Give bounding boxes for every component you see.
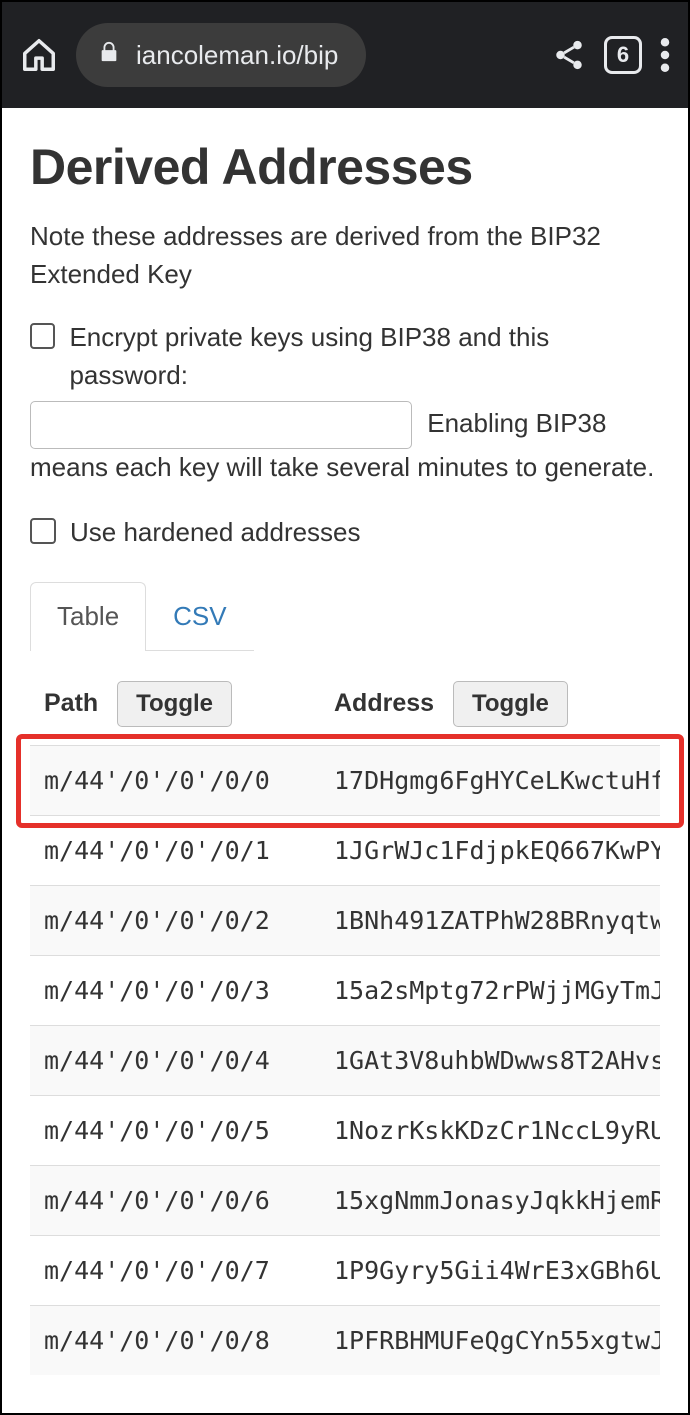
browser-chrome: iancoleman.io/bip 6 bbox=[2, 2, 688, 108]
cell-address: 1GAt3V8uhbWDwws8T2AHvs bbox=[320, 1026, 660, 1096]
cell-path: m/44'/0'/0'/0/8 bbox=[30, 1306, 320, 1376]
table-row[interactable]: m/44'/0'/0'/0/21BNh491ZATPhW28BRnyqtw bbox=[30, 886, 660, 956]
table-row[interactable]: m/44'/0'/0'/0/51NozrKskKDzCr1NccL9yRU bbox=[30, 1096, 660, 1166]
cell-address: 15xgNmmJonasyJqkkHjemR bbox=[320, 1166, 660, 1236]
table-row[interactable]: m/44'/0'/0'/0/017DHgmg6FgHYCeLKwctuHf bbox=[30, 746, 660, 816]
toggle-path-button[interactable]: Toggle bbox=[117, 681, 232, 727]
address-table-wrap: Path Toggle Address Toggle m/44'/0'/0'/0… bbox=[30, 671, 660, 1375]
tab-csv[interactable]: CSV bbox=[146, 582, 253, 650]
cell-address: 17DHgmg6FgHYCeLKwctuHf bbox=[320, 746, 660, 816]
cell-path: m/44'/0'/0'/0/6 bbox=[30, 1166, 320, 1236]
cell-path: m/44'/0'/0'/0/3 bbox=[30, 956, 320, 1026]
page-content: Derived Addresses Note these addresses a… bbox=[2, 108, 688, 1413]
cell-path: m/44'/0'/0'/0/0 bbox=[30, 746, 320, 816]
cell-address: 1BNh491ZATPhW28BRnyqtw bbox=[320, 886, 660, 956]
bip38-password-block: Enabling BIP38 means each key will take … bbox=[30, 401, 660, 487]
cell-address: 15a2sMptg72rPWjjMGyTmJ bbox=[320, 956, 660, 1026]
hardened-option-row: Use hardened addresses bbox=[30, 514, 660, 552]
table-row[interactable]: m/44'/0'/0'/0/81PFRBHMUFeQgCYn55xgtwJ bbox=[30, 1306, 660, 1376]
bip38-hint-prefix: Enabling BIP38 bbox=[427, 408, 606, 438]
col-address-label: Address bbox=[334, 689, 434, 717]
cell-path: m/44'/0'/0'/0/5 bbox=[30, 1096, 320, 1166]
bip38-hint-rest: means each key will take several minutes… bbox=[30, 452, 654, 482]
table-row[interactable]: m/44'/0'/0'/0/11JGrWJc1FdjpkEQ667KwPY bbox=[30, 816, 660, 886]
bip38-checkbox[interactable] bbox=[30, 323, 55, 349]
view-tabs: Table CSV bbox=[30, 582, 254, 651]
hardened-checkbox[interactable] bbox=[30, 518, 56, 544]
page-heading: Derived Addresses bbox=[30, 138, 660, 196]
url-bar[interactable]: iancoleman.io/bip bbox=[76, 23, 366, 87]
table-row[interactable]: m/44'/0'/0'/0/41GAt3V8uhbWDwws8T2AHvs bbox=[30, 1026, 660, 1096]
hardened-label: Use hardened addresses bbox=[70, 514, 361, 552]
home-icon[interactable] bbox=[20, 36, 58, 74]
col-path-label: Path bbox=[44, 689, 98, 717]
table-row[interactable]: m/44'/0'/0'/0/315a2sMptg72rPWjjMGyTmJ bbox=[30, 956, 660, 1026]
lock-icon bbox=[98, 39, 120, 72]
tab-count[interactable]: 6 bbox=[604, 36, 642, 74]
table-row[interactable]: m/44'/0'/0'/0/71P9Gyry5Gii4WrE3xGBh6U bbox=[30, 1236, 660, 1306]
menu-dots-icon[interactable] bbox=[660, 38, 670, 72]
url-text: iancoleman.io/bip bbox=[136, 40, 338, 71]
address-table: Path Toggle Address Toggle m/44'/0'/0'/0… bbox=[30, 671, 660, 1375]
cell-path: m/44'/0'/0'/0/2 bbox=[30, 886, 320, 956]
cell-address: 1NozrKskKDzCr1NccL9yRU bbox=[320, 1096, 660, 1166]
derivation-note: Note these addresses are derived from th… bbox=[30, 218, 660, 293]
bip38-checkbox-label: Encrypt private keys using BIP38 and thi… bbox=[69, 319, 660, 394]
cell-path: m/44'/0'/0'/0/4 bbox=[30, 1026, 320, 1096]
cell-address: 1JGrWJc1FdjpkEQ667KwPY bbox=[320, 816, 660, 886]
bip38-option-row: Encrypt private keys using BIP38 and thi… bbox=[30, 319, 660, 394]
cell-path: m/44'/0'/0'/0/7 bbox=[30, 1236, 320, 1306]
cell-path: m/44'/0'/0'/0/1 bbox=[30, 816, 320, 886]
toggle-address-button[interactable]: Toggle bbox=[453, 681, 568, 727]
cell-address: 1PFRBHMUFeQgCYn55xgtwJ bbox=[320, 1306, 660, 1376]
cell-address: 1P9Gyry5Gii4WrE3xGBh6U bbox=[320, 1236, 660, 1306]
col-path-header: Path Toggle bbox=[30, 671, 320, 746]
share-icon[interactable] bbox=[552, 38, 586, 72]
col-address-header: Address Toggle bbox=[320, 671, 660, 746]
tab-table[interactable]: Table bbox=[30, 582, 146, 650]
bip38-password-input[interactable] bbox=[30, 401, 412, 449]
table-row[interactable]: m/44'/0'/0'/0/615xgNmmJonasyJqkkHjemR bbox=[30, 1166, 660, 1236]
